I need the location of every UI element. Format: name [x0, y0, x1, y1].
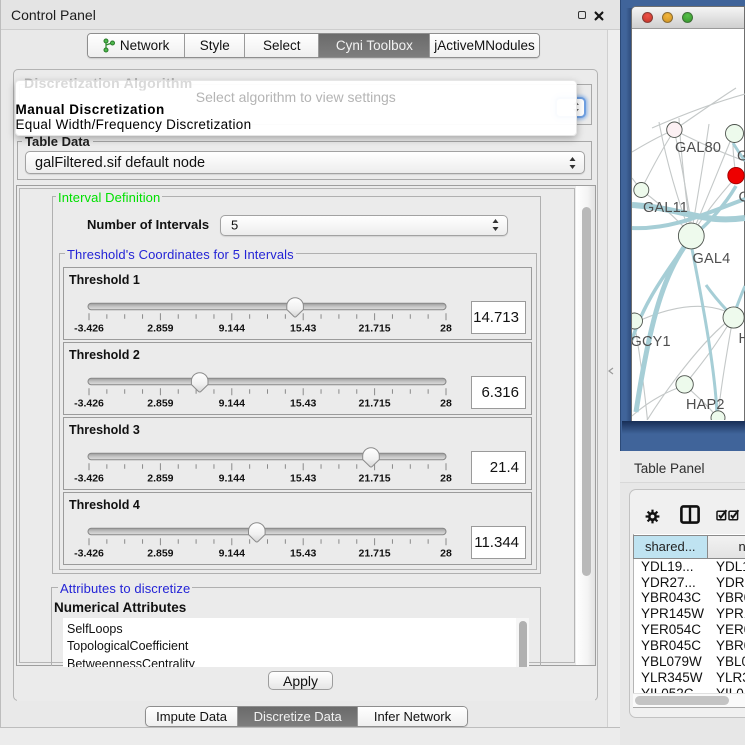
svg-text:28: 28: [440, 547, 452, 559]
svg-text:9.144: 9.144: [219, 322, 245, 334]
svg-text:2.859: 2.859: [147, 322, 173, 334]
svg-text:21.715: 21.715: [359, 398, 391, 410]
svg-text:21.715: 21.715: [359, 472, 391, 484]
svg-text:-3.426: -3.426: [74, 322, 104, 334]
svg-text:CD: CD: [739, 190, 745, 206]
svg-text:15.43: 15.43: [290, 322, 316, 334]
svg-text:GAL80: GAL80: [675, 140, 721, 156]
svg-text:15.43: 15.43: [290, 547, 316, 559]
svg-text:GCY1: GCY1: [632, 334, 671, 350]
svg-text:9.144: 9.144: [219, 547, 245, 559]
svg-text:GAL4: GAL4: [693, 251, 731, 267]
svg-text:15.43: 15.43: [290, 472, 316, 484]
svg-text:-3.426: -3.426: [74, 547, 104, 559]
svg-text:-3.426: -3.426: [74, 398, 104, 410]
svg-text:-3.426: -3.426: [74, 472, 104, 484]
svg-text:2.859: 2.859: [147, 547, 173, 559]
svg-text:15.43: 15.43: [290, 398, 316, 410]
svg-text:2.859: 2.859: [147, 472, 173, 484]
svg-text:28: 28: [440, 398, 452, 410]
svg-text:HA: HA: [739, 331, 745, 347]
svg-text:28: 28: [440, 472, 452, 484]
svg-text:28: 28: [440, 322, 452, 334]
svg-text:HAP2: HAP2: [686, 397, 725, 413]
svg-text:9.144: 9.144: [219, 472, 245, 484]
svg-text:GA: GA: [737, 149, 745, 165]
svg-text:21.715: 21.715: [359, 322, 391, 334]
svg-text:21.715: 21.715: [359, 547, 391, 559]
svg-text:GAL11: GAL11: [643, 200, 688, 216]
svg-text:9.144: 9.144: [219, 398, 245, 410]
svg-text:2.859: 2.859: [147, 398, 173, 410]
